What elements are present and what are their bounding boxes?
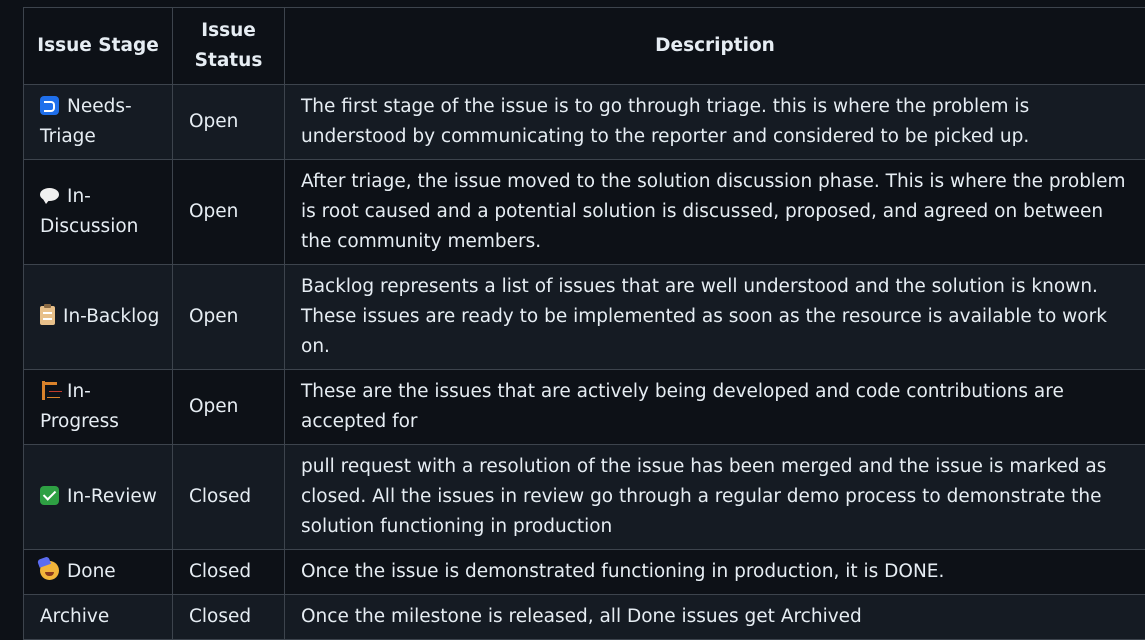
status-cell: Closed — [173, 595, 285, 640]
status-cell: Open — [173, 370, 285, 445]
stage-label: In-Backlog — [63, 306, 159, 327]
table-row: In-Backlog Open Backlog represents a lis… — [24, 265, 1145, 370]
description-cell: These are the issues that are actively b… — [285, 370, 1145, 445]
stage-cell: In-Progress — [24, 370, 173, 445]
stage-label: Archive — [40, 606, 109, 627]
building-construction-icon — [40, 381, 59, 400]
stage-cell: In-Backlog — [24, 265, 173, 370]
header-issue-stage: Issue Stage — [24, 8, 173, 85]
status-cell: Open — [173, 85, 285, 160]
description-cell: pull request with a resolution of the is… — [285, 445, 1145, 550]
table-header-row: Issue Stage Issue Status Description — [24, 8, 1145, 85]
table-row: Needs-Triage Open The first stage of the… — [24, 85, 1145, 160]
description-cell: The first stage of the issue is to go th… — [285, 85, 1145, 160]
check-mark-button-icon — [40, 486, 59, 505]
table-row: In-Discussion Open After triage, the iss… — [24, 160, 1145, 265]
stage-cell: Needs-Triage — [24, 85, 173, 160]
issue-stage-table-container: Issue Stage Issue Status Description Nee… — [23, 7, 1145, 640]
status-cell: Closed — [173, 445, 285, 550]
stage-cell: In-Review — [24, 445, 173, 550]
stage-label: In-Review — [67, 486, 157, 507]
description-cell: Backlog represents a list of issues that… — [285, 265, 1145, 370]
description-cell: Once the issue is demonstrated functioni… — [285, 550, 1145, 595]
table-row: Done Closed Once the issue is demonstrat… — [24, 550, 1145, 595]
status-cell: Closed — [173, 550, 285, 595]
table-row: In-Review Closed pull request with a res… — [24, 445, 1145, 550]
header-issue-status: Issue Status — [173, 8, 285, 85]
leftwards-arrow-with-hook-icon — [40, 96, 59, 115]
clipboard-icon — [40, 306, 55, 325]
partying-face-icon — [40, 561, 59, 580]
status-cell: Open — [173, 265, 285, 370]
issue-stage-table: Issue Stage Issue Status Description Nee… — [23, 7, 1145, 640]
table-row: In-Progress Open These are the issues th… — [24, 370, 1145, 445]
speech-balloon-icon — [40, 186, 59, 205]
stage-cell: In-Discussion — [24, 160, 173, 265]
stage-cell: Archive — [24, 595, 173, 640]
stage-label: Done — [67, 561, 116, 582]
table-row: Archive Closed Once the milestone is rel… — [24, 595, 1145, 640]
status-cell: Open — [173, 160, 285, 265]
header-description: Description — [285, 8, 1145, 85]
description-cell: Once the milestone is released, all Done… — [285, 595, 1145, 640]
stage-cell: Done — [24, 550, 173, 595]
description-cell: After triage, the issue moved to the sol… — [285, 160, 1145, 265]
